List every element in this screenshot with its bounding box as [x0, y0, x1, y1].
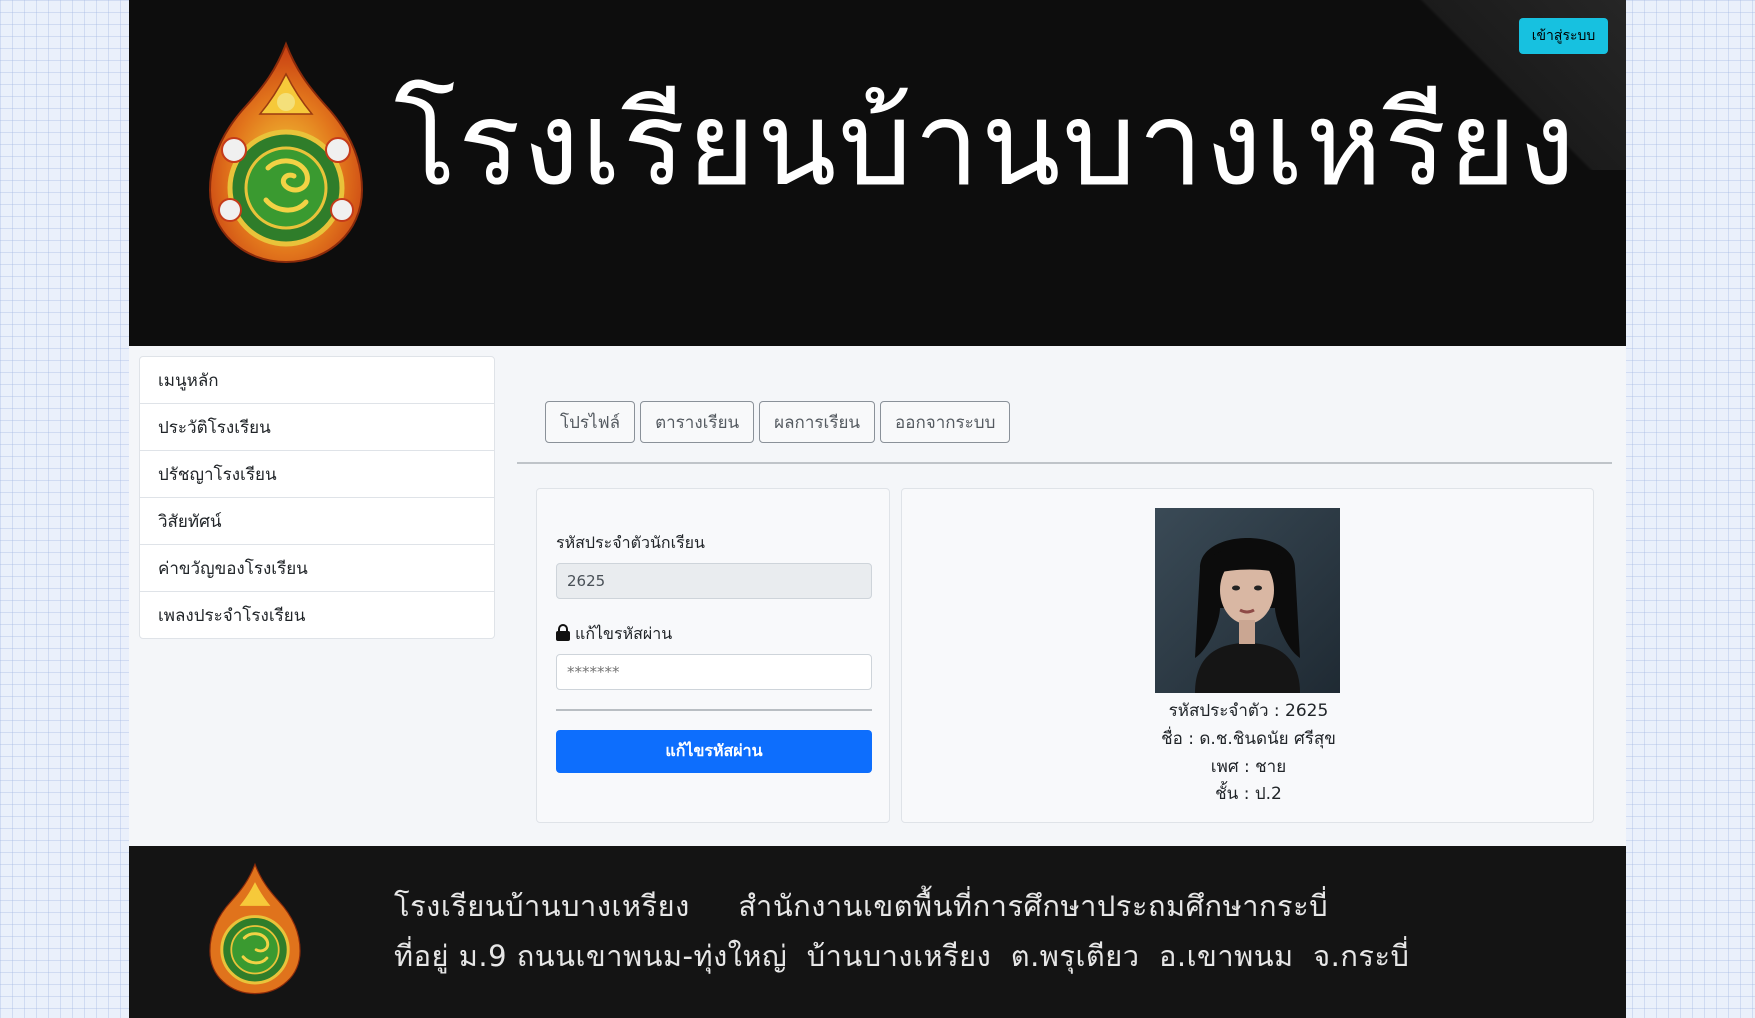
lock-icon [556, 624, 570, 641]
page: โรงเรียนบ้านบางเหรียง เข้าสู่ระบบ เมนูหล… [129, 0, 1626, 1018]
tab-grades[interactable]: ผลการเรียน [759, 401, 876, 443]
school-title: โรงเรียนบ้านบางเหรียง [394, 77, 1577, 212]
header-banner: โรงเรียนบ้านบางเหรียง เข้าสู่ระบบ [129, 0, 1626, 346]
student-id-label: รหัสประจำตัวนักเรียน [556, 533, 705, 552]
change-password-button[interactable]: แก้ไขรหัสผ่าน [556, 730, 872, 773]
password-label-row: แก้ไขรหัสผ่าน [556, 622, 672, 647]
student-tabs: โปรไฟล์ ตารางเรียน ผลการเรียน ออกจากระบบ [545, 401, 1011, 443]
sidebar-item-history[interactable]: ประวัติโรงเรียน [140, 404, 494, 451]
profile-gender: เพศ : ชาย [1210, 757, 1287, 777]
profile-class: ชั้น : ป.2 [1215, 784, 1282, 804]
school-seal-icon [208, 41, 364, 264]
sidebar-item-main-menu[interactable]: เมนูหลัก [140, 357, 494, 404]
profile-name: ชื่อ : ด.ช.ชินดนัย ศรีสุข [1161, 729, 1336, 749]
new-password-input[interactable] [556, 654, 872, 690]
footer: โรงเรียนบ้านบางเหรียง สำนักงานเขตพื้นที่… [129, 846, 1626, 1018]
footer-address-line: ที่อยู่ ม.9 ถนนเขาพนม-ทุ่งใหญ่ บ้านบางเห… [394, 939, 1410, 973]
tab-profile[interactable]: โปรไฟล์ [545, 401, 636, 443]
sidebar-item-motto[interactable]: ค่าขวัญของโรงเรียน [140, 545, 494, 592]
tab-logout[interactable]: ออกจากระบบ [880, 401, 1011, 443]
sidebar-item-school-song[interactable]: เพลงประจำโรงเรียน [140, 592, 494, 638]
login-button[interactable]: เข้าสู่ระบบ [1519, 18, 1608, 54]
profile-id: รหัสประจำตัว : 2625 [1168, 701, 1329, 721]
tab-schedule[interactable]: ตารางเรียน [640, 401, 755, 443]
school-seal-icon [209, 862, 301, 995]
sidebar-item-vision[interactable]: วิสัยทัศน์ [140, 498, 494, 545]
password-form-card: รหัสประจำตัวนักเรียน 2625 แก้ไขรหัสผ่าน … [536, 488, 890, 823]
sidebar-item-philosophy[interactable]: ปรัชญาโรงเรียน [140, 451, 494, 498]
form-divider [556, 709, 872, 711]
student-id-field: 2625 [556, 563, 872, 599]
password-label: แก้ไขรหัสผ่าน [575, 624, 673, 643]
footer-school-line: โรงเรียนบ้านบางเหรียง สำนักงานเขตพื้นที่… [394, 889, 1329, 923]
sidebar-menu: เมนูหลัก ประวัติโรงเรียน ปรัชญาโรงเรียน … [139, 356, 495, 639]
student-photo [1155, 508, 1340, 693]
profile-card: รหัสประจำตัว : 2625 ชื่อ : ด.ช.ชินดนัย ศ… [901, 488, 1594, 823]
tabs-divider [517, 462, 1612, 464]
